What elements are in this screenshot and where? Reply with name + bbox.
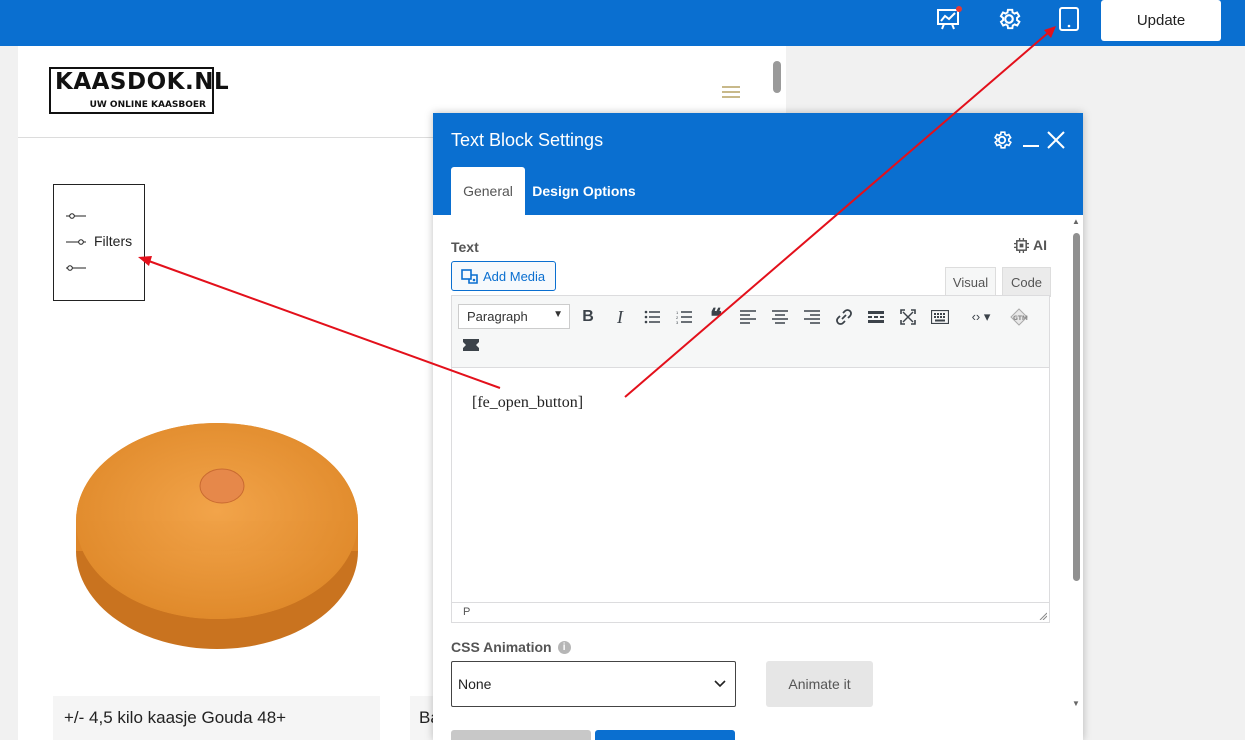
minimize-icon[interactable]: [1018, 127, 1044, 153]
product-image-cheese[interactable]: [74, 411, 360, 651]
modal-scrollbar-thumb[interactable]: [1073, 233, 1080, 581]
logo-title: KAASDOK.NL: [55, 69, 230, 95]
editor-toolbar: Paragraph ▼ B I 123 ❝ ‹› ▾ GTM: [452, 296, 1049, 368]
logo-tagline: UW ONLINE KAASBOER: [89, 100, 206, 110]
animate-it-button[interactable]: Animate it: [766, 661, 873, 707]
svg-text:GTM: GTM: [1013, 315, 1028, 322]
canvas-scrollbar[interactable]: [773, 61, 781, 93]
site-logo[interactable]: KAASDOK.NL UW ONLINE KAASBOER: [49, 67, 229, 114]
align-left-icon[interactable]: [737, 306, 759, 328]
update-button[interactable]: Update: [1101, 0, 1221, 41]
gear-icon[interactable]: [993, 3, 1025, 35]
close-icon[interactable]: [1043, 127, 1069, 153]
scroll-up-icon[interactable]: ▲: [1072, 217, 1080, 226]
analytics-icon[interactable]: [933, 3, 965, 35]
page-scrollbar[interactable]: [1236, 46, 1245, 740]
shortcode-icon[interactable]: [460, 334, 482, 356]
format-select-value: Paragraph: [467, 309, 528, 324]
format-select[interactable]: Paragraph ▼: [458, 304, 570, 329]
rich-text-editor: Paragraph ▼ B I 123 ❝ ‹› ▾ GTM [fe_open_…: [451, 295, 1050, 623]
caret-down-icon: ▼: [553, 309, 563, 320]
modal-title: Text Block Settings: [451, 130, 604, 150]
filter-label: Filters: [94, 233, 133, 249]
fullscreen-icon[interactable]: [897, 306, 919, 328]
editor-content-text: [fe_open_button]: [472, 394, 584, 411]
chevron-down-icon: [714, 680, 726, 688]
filter-button[interactable]: Filters: [53, 184, 145, 301]
text-block-settings-modal: Text Block Settings General Design Optio…: [433, 113, 1083, 740]
gtm-icon[interactable]: GTM: [1008, 306, 1030, 328]
bold-icon[interactable]: B: [577, 306, 599, 328]
align-right-icon[interactable]: [801, 306, 823, 328]
add-media-button[interactable]: Add Media: [451, 261, 556, 291]
modal-header: Text Block Settings General Design Optio…: [433, 113, 1083, 215]
info-icon[interactable]: i: [557, 640, 571, 654]
text-field-label: Text: [451, 239, 479, 255]
css-animation-label-text: CSS Animation: [451, 639, 552, 655]
close-button[interactable]: [451, 730, 591, 740]
top-bar: Update: [0, 0, 1245, 46]
css-animation-select[interactable]: None: [451, 661, 736, 707]
modal-scrollbar[interactable]: ▲ ▼: [1070, 215, 1082, 715]
scroll-down-icon[interactable]: ▼: [1072, 699, 1080, 708]
tab-code[interactable]: Code: [1002, 267, 1051, 297]
slider-icon: [66, 265, 86, 271]
resize-handle-icon[interactable]: [1039, 612, 1047, 620]
keyboard-icon[interactable]: [929, 306, 951, 328]
save-changes-button[interactable]: [595, 730, 735, 740]
tab-design-options[interactable]: Design Options: [529, 167, 639, 215]
tab-general[interactable]: General: [451, 167, 525, 215]
slider-icon: [66, 239, 86, 245]
slider-icon: [66, 213, 86, 219]
blockquote-icon[interactable]: ❝: [705, 304, 727, 329]
menu-icon[interactable]: [722, 86, 740, 98]
editor-status-bar: P: [452, 602, 1049, 622]
numbered-list-icon[interactable]: 123: [673, 306, 695, 328]
align-center-icon[interactable]: [769, 306, 791, 328]
css-animation-label: CSS Animation i: [451, 639, 571, 655]
tab-visual[interactable]: Visual: [945, 267, 996, 297]
media-icon: [461, 268, 478, 284]
css-animation-value: None: [458, 676, 492, 692]
add-media-label: Add Media: [483, 268, 546, 284]
ai-button[interactable]: AI: [1014, 237, 1047, 253]
bullet-list-icon[interactable]: [641, 306, 663, 328]
ai-label: AI: [1033, 237, 1047, 253]
gear-icon[interactable]: [989, 127, 1015, 153]
italic-icon[interactable]: I: [609, 306, 631, 328]
element-path: P: [463, 606, 471, 618]
editor-content[interactable]: [fe_open_button]: [452, 368, 1049, 602]
read-more-icon[interactable]: [865, 306, 887, 328]
modal-body: Text AI Add Media Visual Code Paragraph …: [433, 215, 1083, 740]
chip-icon: [1014, 237, 1029, 253]
svg-text:3: 3: [676, 320, 679, 324]
product-title: +/- 4,5 kilo kaasje Gouda 48+: [64, 708, 287, 727]
code-icon[interactable]: ‹› ▾: [961, 306, 1001, 328]
link-icon[interactable]: [833, 306, 855, 328]
product-card[interactable]: +/- 4,5 kilo kaasje Gouda 48+: [53, 696, 380, 740]
tablet-icon[interactable]: [1053, 3, 1085, 35]
